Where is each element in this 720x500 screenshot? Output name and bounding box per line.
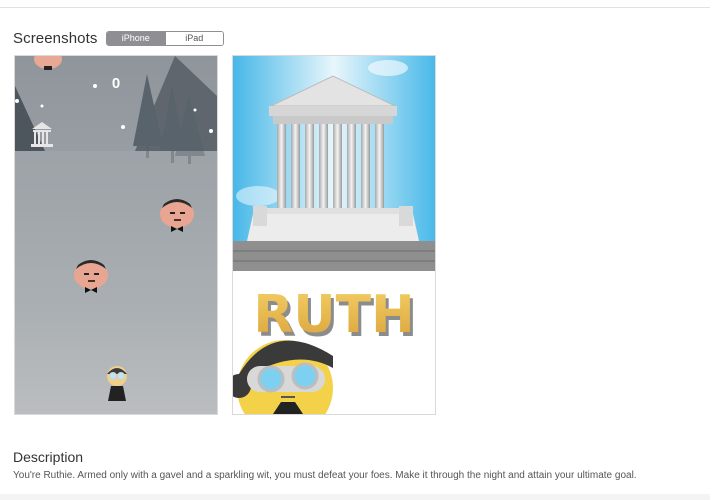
tab-ipad[interactable]: iPad xyxy=(164,32,223,45)
tab-iphone[interactable]: iPhone xyxy=(107,32,165,45)
description-heading: Description xyxy=(13,449,84,465)
description-text: You're Ruthie. Armed only with a gavel a… xyxy=(13,470,637,481)
ruth-logo: RUTH xyxy=(253,285,414,345)
top-divider xyxy=(0,7,710,8)
title-screenshot[interactable]: RUTH RUTH xyxy=(232,55,436,415)
score-text: 0 xyxy=(112,75,120,92)
gameplay-screenshot[interactable]: 0 xyxy=(14,55,218,415)
device-segmented-control[interactable]: iPhone iPad xyxy=(106,31,224,46)
bottom-divider xyxy=(0,494,710,500)
screenshots-heading: Screenshots xyxy=(13,30,98,47)
